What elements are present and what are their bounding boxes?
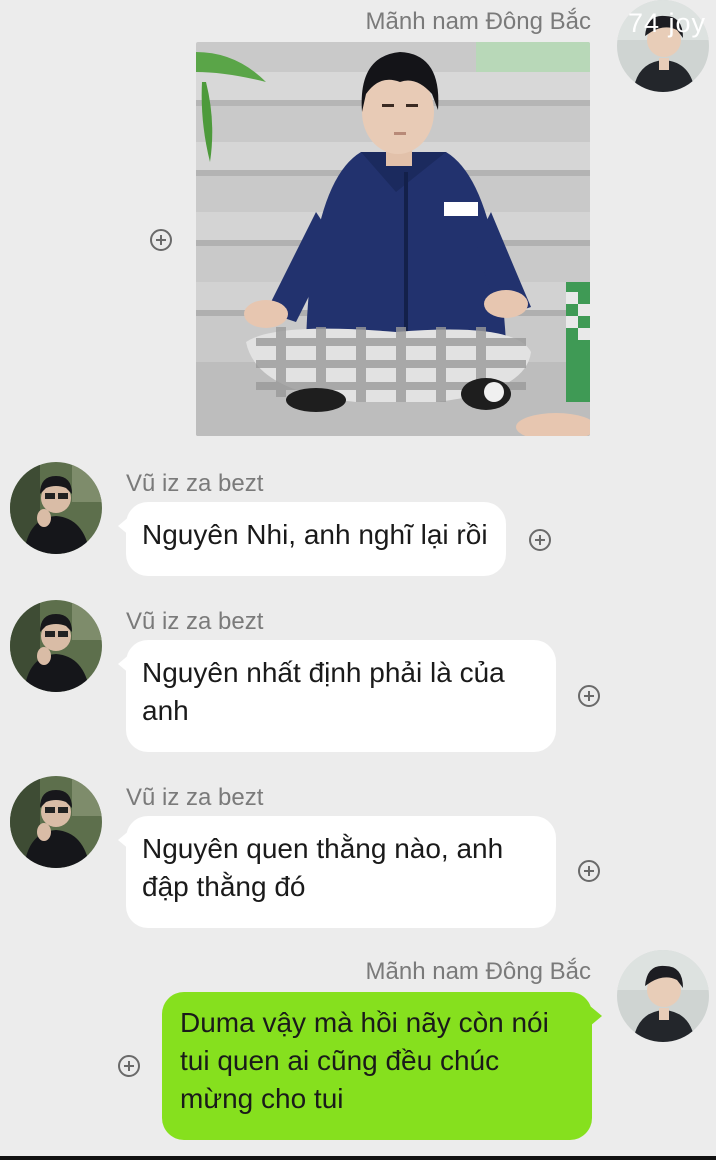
message-image[interactable] <box>196 42 590 436</box>
sender-name: Mãnh nam Đông Bắc <box>365 8 591 35</box>
sender-name: Mãnh nam Đông Bắc <box>365 958 591 985</box>
avatar-vu[interactable] <box>10 776 102 868</box>
sender-name: Vũ iz za bezt <box>126 784 264 811</box>
message-bubble[interactable]: Nguyên nhất định phải là của anh <box>118 640 556 752</box>
avatar-manh-nam[interactable] <box>617 950 709 1042</box>
message-bubble-outgoing[interactable]: Duma vậy mà hồi nãy còn nói tui quen ai … <box>162 992 602 1140</box>
message-bubble[interactable]: Nguyên Nhi, anh nghĩ lại rồi <box>118 502 506 576</box>
add-circle-icon[interactable] <box>578 685 600 707</box>
add-circle-icon[interactable] <box>529 529 551 551</box>
message-bubble[interactable]: Nguyên quen thằng nào, anh đập thằng đó <box>118 816 556 928</box>
sender-name: Vũ iz za bezt <box>126 608 264 635</box>
add-circle-icon[interactable] <box>150 229 172 251</box>
add-circle-icon[interactable] <box>118 1055 140 1077</box>
add-circle-icon[interactable] <box>578 860 600 882</box>
avatar-vu[interactable] <box>10 600 102 692</box>
sender-name: Vũ iz za bezt <box>126 470 264 497</box>
avatar-overlay-text: 74 joy <box>628 8 707 38</box>
bottom-divider <box>0 1156 716 1160</box>
avatar-vu[interactable] <box>10 462 102 554</box>
